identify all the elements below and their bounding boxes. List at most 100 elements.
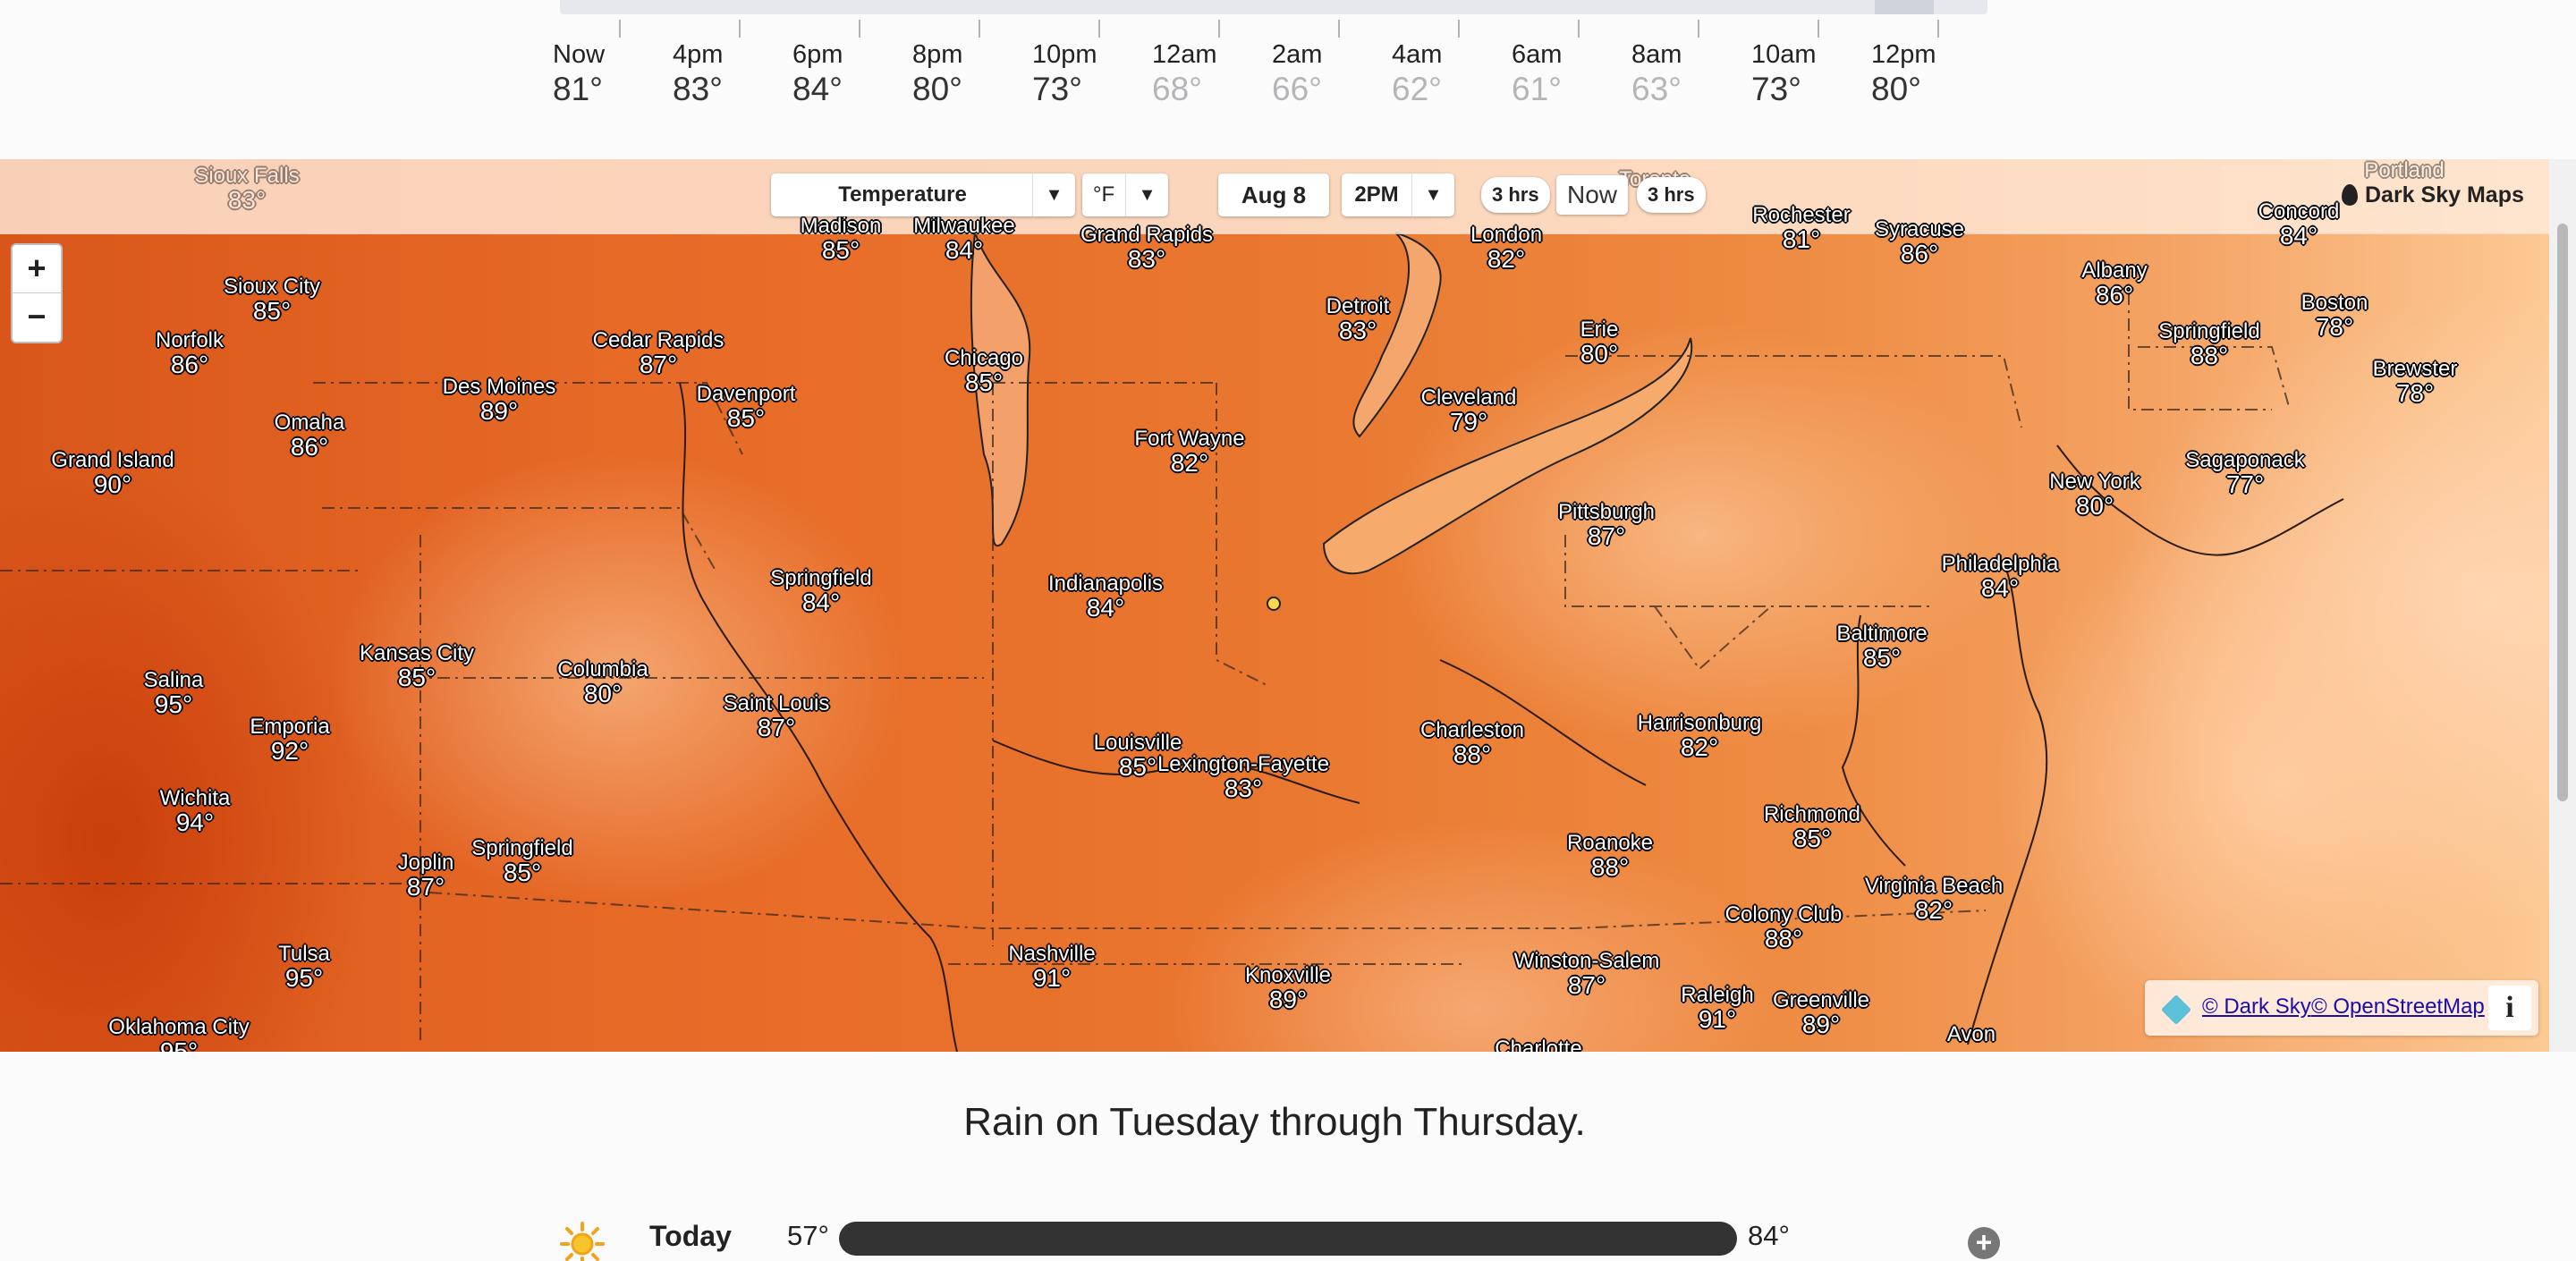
city-label[interactable]: Sioux City 85° xyxy=(224,275,320,325)
zoom-in-button[interactable]: + xyxy=(13,245,61,293)
city-temp: 80° xyxy=(1580,340,1619,368)
city-label[interactable]: Erie 80° xyxy=(1580,318,1619,368)
city-label[interactable]: Richmond 85° xyxy=(1764,803,1860,852)
city-label[interactable]: Saint Louis 87° xyxy=(724,692,830,741)
city-name: Grand Island xyxy=(51,448,174,472)
now-button[interactable]: Now xyxy=(1556,175,1628,215)
city-label[interactable]: Springfield 84° xyxy=(770,567,871,616)
city-label[interactable]: Virginia Beach 82° xyxy=(1865,875,2003,924)
city-temp: 82° xyxy=(1170,449,1209,478)
timeline-tick xyxy=(739,20,741,38)
city-label[interactable]: Winston-Salem 87° xyxy=(1514,950,1660,999)
city-label[interactable]: Grand Rapids 83° xyxy=(1080,224,1213,273)
layer-select[interactable]: Temperature ▼ xyxy=(771,173,1075,216)
dark-sky-link[interactable]: © Dark Sky xyxy=(2202,994,2311,1020)
hour-item[interactable]: 2am 66° xyxy=(1272,39,1388,109)
city-label[interactable]: Columbia 80° xyxy=(557,658,648,707)
city-label[interactable]: Cleveland 79° xyxy=(1421,386,1517,436)
city-label[interactable]: Grand Island 90° xyxy=(51,449,174,498)
city-label[interactable]: Indianapolis 84° xyxy=(1048,572,1163,622)
info-button[interactable]: i xyxy=(2488,986,2531,1030)
time-select[interactable]: 2PM ▼ xyxy=(1342,173,1454,216)
city-label[interactable]: London 82° xyxy=(1470,224,1542,273)
expand-day-button[interactable]: + xyxy=(1968,1227,2000,1259)
city-name: Knoxville xyxy=(1244,963,1332,987)
scrollbar-thumb[interactable] xyxy=(2557,224,2568,801)
city-label[interactable]: Joplin 87° xyxy=(398,851,454,901)
city-label[interactable]: Colony Club 88° xyxy=(1725,903,1843,952)
city-label[interactable]: Philadelphia 84° xyxy=(1942,553,2059,602)
city-label[interactable]: Cedar Rapids 87° xyxy=(593,329,724,378)
city-label[interactable]: New York 80° xyxy=(2049,470,2140,520)
city-label[interactable]: Avon xyxy=(1947,1023,1996,1045)
hour-item[interactable]: 8am 63° xyxy=(1631,39,1748,109)
city-label[interactable]: Charlotte xyxy=(1495,1037,1581,1052)
city-label[interactable]: Emporia 92° xyxy=(250,715,329,765)
hour-item[interactable]: Now 81° xyxy=(553,39,669,109)
hour-item[interactable]: 6pm 84° xyxy=(792,39,909,109)
hour-item[interactable]: 6am 61° xyxy=(1512,39,1628,109)
city-label[interactable]: Milwaukee 84° xyxy=(913,215,1014,264)
city-label[interactable]: Boston 78° xyxy=(2301,292,2368,341)
city-label[interactable]: Brewster 78° xyxy=(2373,358,2458,407)
temperature-map[interactable]: Sioux Falls 83° Madison 85° Milwaukee 84° Gran… xyxy=(0,159,2549,1052)
city-label[interactable]: Madison 85° xyxy=(801,215,882,264)
city-label[interactable]: Syracuse 86° xyxy=(1875,218,1964,267)
hour-item[interactable]: 12pm 80° xyxy=(1871,39,1987,109)
city-label[interactable]: Kansas City 85° xyxy=(360,642,474,691)
zoom-out-button[interactable]: − xyxy=(13,293,61,342)
current-location-marker xyxy=(1267,597,1281,611)
hour-temp: 80° xyxy=(1871,71,1921,107)
city-name: Detroit xyxy=(1326,294,1390,318)
hour-item[interactable]: 8pm 80° xyxy=(912,39,1029,109)
city-label[interactable]: Wichita 94° xyxy=(160,787,231,836)
city-temp: 88° xyxy=(1764,925,1803,953)
city-label[interactable]: Albany 86° xyxy=(2081,259,2147,309)
city-label[interactable]: Omaha 86° xyxy=(275,411,345,461)
city-name: Tulsa xyxy=(278,942,330,966)
city-label[interactable]: Nashville 91° xyxy=(1008,943,1095,992)
city-label[interactable]: Baltimore 85° xyxy=(1836,622,1927,672)
city-label[interactable]: Oklahoma City 95° xyxy=(108,1016,249,1052)
city-label[interactable]: Salina 95° xyxy=(144,669,204,718)
city-label[interactable]: Greenville 89° xyxy=(1773,989,1869,1038)
unit-select[interactable]: °F ▼ xyxy=(1082,173,1168,216)
city-label[interactable]: Rochester 81° xyxy=(1752,204,1850,253)
day-row-today[interactable]: Today 57° 84° + xyxy=(560,1213,2009,1261)
city-label[interactable]: Harrisonburg 82° xyxy=(1638,712,1762,761)
map-scrollbar[interactable] xyxy=(2549,159,2576,1052)
step-forward-button[interactable]: 3 hrs xyxy=(1637,177,1706,213)
hour-item[interactable]: 10pm 73° xyxy=(1032,39,1148,109)
city-label[interactable]: Roanoke 88° xyxy=(1567,832,1653,881)
dark-sky-maps-brand[interactable]: Dark Sky Maps xyxy=(2342,175,2524,215)
city-label[interactable]: Knoxville 89° xyxy=(1245,964,1331,1013)
city-label[interactable]: Springfield 85° xyxy=(471,837,572,886)
city-label[interactable]: Norfolk 86° xyxy=(156,329,224,378)
city-label[interactable]: Charleston 88° xyxy=(1420,719,1524,768)
city-label[interactable]: Chicago 85° xyxy=(945,347,1023,396)
openstreetmap-link[interactable]: © OpenStreetMap xyxy=(2311,994,2485,1020)
hour-item[interactable]: 10am 73° xyxy=(1751,39,1868,109)
city-label[interactable]: Raleigh 91° xyxy=(1681,984,1753,1033)
hour-item[interactable]: 4am 62° xyxy=(1392,39,1508,109)
city-label[interactable]: Pittsburgh 87° xyxy=(1558,501,1655,550)
city-label[interactable]: Lexington-Fayette 83° xyxy=(1157,753,1329,802)
city-label[interactable]: Des Moines 89° xyxy=(443,376,556,425)
city-label[interactable]: Detroit 83° xyxy=(1326,295,1390,344)
city-temp: 86° xyxy=(1900,240,1939,268)
city-name: Joplin xyxy=(397,851,454,875)
city-name: Richmond xyxy=(1763,802,1861,826)
city-label[interactable]: Sagaponack 77° xyxy=(2185,449,2304,498)
city-label[interactable]: Springfield 88° xyxy=(2158,320,2259,369)
city-label[interactable]: Tulsa 95° xyxy=(278,943,330,992)
hour-item[interactable]: 12am 68° xyxy=(1152,39,1268,109)
city-label[interactable]: Davenport 85° xyxy=(697,383,796,432)
hour-temp: 61° xyxy=(1512,71,1562,107)
city-label[interactable]: Sioux Falls 83° xyxy=(194,165,299,214)
date-display[interactable]: Aug 8 xyxy=(1218,173,1329,216)
city-label[interactable]: Concord 84° xyxy=(2258,200,2340,250)
hour-item[interactable]: 4pm 83° xyxy=(673,39,789,109)
city-label[interactable]: Fort Wayne 82° xyxy=(1134,427,1244,477)
map-attribution: © Dark Sky © OpenStreetMap i xyxy=(2145,980,2538,1036)
step-back-button[interactable]: 3 hrs xyxy=(1481,177,1550,213)
